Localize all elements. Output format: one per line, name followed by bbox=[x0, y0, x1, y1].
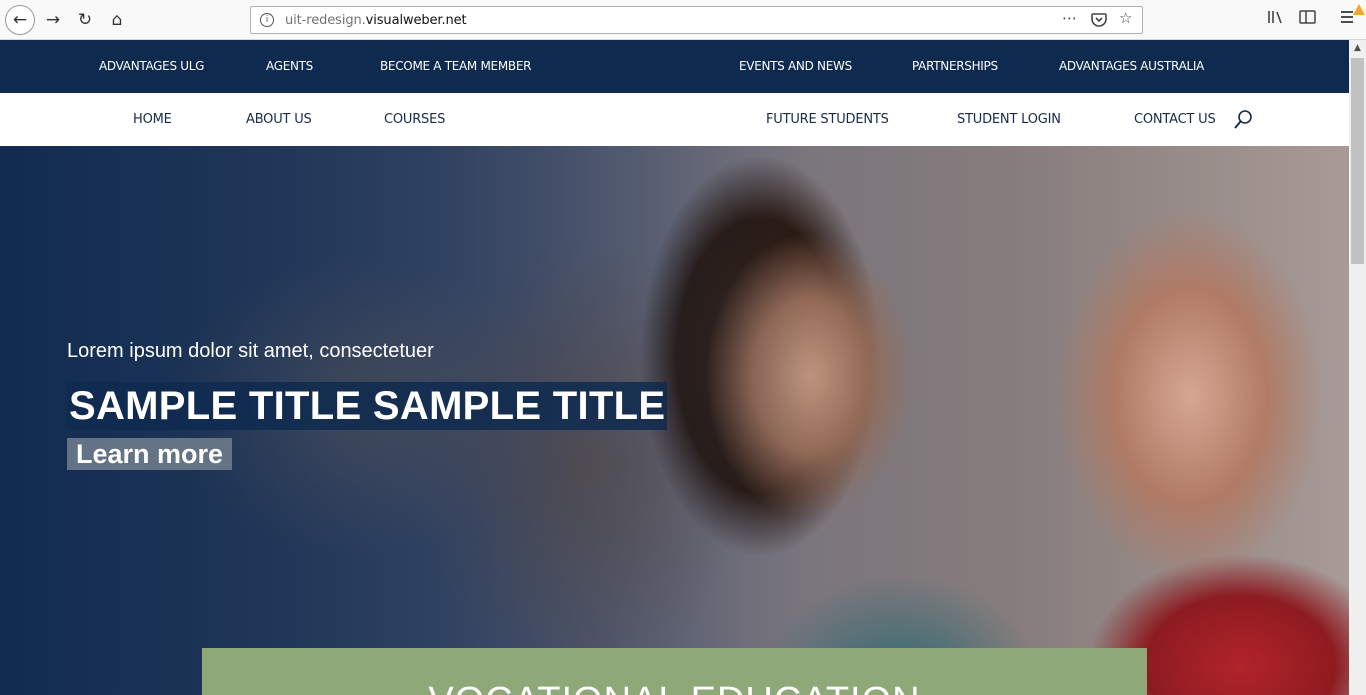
browser-toolbar: ← → ↻ ⌂ i uit-redesign.visualweber.net ⋯… bbox=[0, 0, 1366, 40]
home-icon[interactable]: ⌂ bbox=[103, 6, 131, 34]
learn-more-button[interactable]: Learn more bbox=[67, 438, 232, 470]
mainnav-item-courses[interactable]: COURSES bbox=[384, 112, 445, 127]
scroll-up-arrow-icon[interactable]: ▲ bbox=[1349, 40, 1366, 57]
topnav-item-agents[interactable]: AGENTS bbox=[266, 59, 313, 73]
mainnav-item-home[interactable]: HOME bbox=[133, 112, 172, 127]
hero-title: SAMPLE TITLE SAMPLE TITLE bbox=[67, 382, 668, 430]
mainnav-item-contact-us[interactable]: CONTACT US bbox=[1134, 112, 1216, 127]
forward-arrow-icon[interactable]: → bbox=[39, 6, 67, 34]
search-icon[interactable] bbox=[1233, 109, 1253, 131]
topnav-item-become-team-member[interactable]: BECOME A TEAM MEMBER bbox=[380, 59, 531, 73]
mainnav-item-about-us[interactable]: ABOUT US bbox=[246, 112, 312, 127]
topnav-item-partnerships[interactable]: PARTNERSHIPS bbox=[912, 59, 998, 73]
sidebar-icon[interactable] bbox=[1299, 9, 1316, 29]
mainnav-item-student-login[interactable]: STUDENT LOGIN bbox=[957, 112, 1061, 127]
info-icon[interactable]: i bbox=[260, 13, 274, 27]
warning-icon bbox=[1353, 4, 1365, 15]
mainnav-item-future-students[interactable]: FUTURE STUDENTS bbox=[766, 112, 889, 127]
scrollbar-thumb[interactable] bbox=[1351, 58, 1364, 264]
hamburger-menu-icon[interactable] bbox=[1340, 9, 1354, 28]
url-text[interactable]: uit-redesign.visualweber.net bbox=[285, 13, 467, 28]
pocket-icon[interactable] bbox=[1091, 12, 1107, 31]
topnav-item-advantages-australia[interactable]: ADVANTAGES AUSTRALIA bbox=[1059, 59, 1204, 73]
topnav-item-events-and-news[interactable]: EVENTS AND NEWS bbox=[739, 59, 852, 73]
more-dots-icon[interactable]: ⋯ bbox=[1062, 9, 1077, 27]
hero-subtitle: Lorem ipsum dolor sit amet, consectetuer bbox=[67, 340, 434, 362]
panel-title: VOCATIONAL EDUCATION bbox=[202, 680, 1147, 695]
hero-banner: Lorem ipsum dolor sit amet, consectetuer… bbox=[0, 146, 1349, 695]
topnav-item-advantages-ulg[interactable]: ADVANTAGES ULG bbox=[99, 59, 204, 73]
address-bar[interactable]: i uit-redesign.visualweber.net ⋯ ☆ bbox=[250, 6, 1143, 34]
top-navigation: ADVANTAGES ULG AGENTS BECOME A TEAM MEMB… bbox=[0, 40, 1349, 93]
main-navigation: HOME ABOUT US COURSES FUTURE STUDENTS ST… bbox=[0, 93, 1349, 146]
library-icon[interactable] bbox=[1267, 9, 1285, 29]
back-arrow-icon[interactable]: ← bbox=[5, 5, 35, 35]
vocational-education-panel: VOCATIONAL EDUCATION bbox=[202, 648, 1147, 695]
reload-icon[interactable]: ↻ bbox=[71, 6, 99, 34]
star-icon[interactable]: ☆ bbox=[1119, 9, 1132, 27]
